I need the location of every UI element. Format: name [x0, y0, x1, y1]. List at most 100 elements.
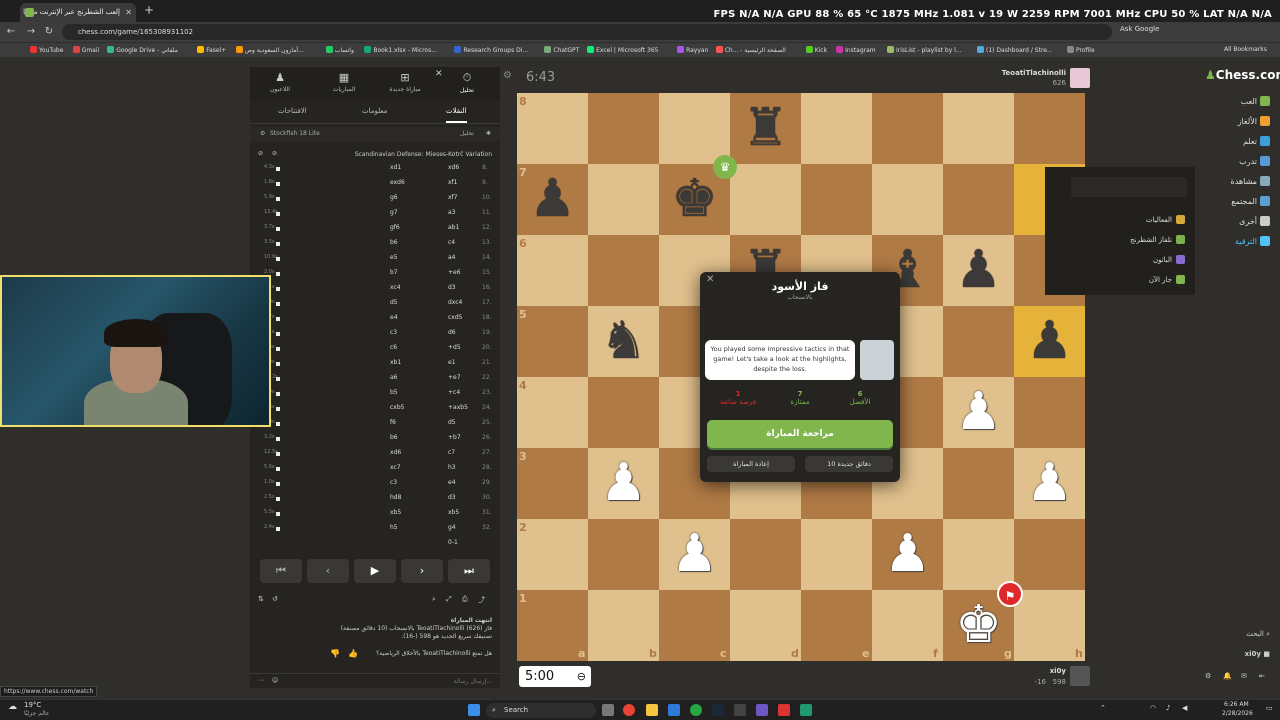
square-g5[interactable]	[943, 306, 1014, 377]
bookmark-item[interactable]: Kick	[805, 46, 827, 54]
nav-item[interactable]: العب	[1241, 96, 1270, 106]
square-h4[interactable]	[1014, 377, 1085, 448]
bookmark-item[interactable]: YouTube	[30, 46, 63, 54]
bookmark-item[interactable]: Ch... - الصفحة الرئيسية	[715, 46, 786, 54]
white-piece-g4[interactable]: ♟	[943, 377, 1014, 448]
square-a6[interactable]	[517, 235, 588, 306]
black-move[interactable]: cxb5	[390, 404, 420, 411]
black-move[interactable]: b5	[390, 389, 420, 396]
nav-item[interactable]: أخرى	[1239, 216, 1270, 226]
white-move[interactable]: dxc4	[448, 299, 478, 306]
reload-icon[interactable]: ↻	[42, 25, 56, 39]
tab-games[interactable]: ▦ المباريات	[322, 71, 366, 93]
screenshot-icon[interactable]: ⎙	[462, 595, 468, 604]
black-move[interactable]: h5	[390, 524, 420, 531]
panel-close-icon[interactable]: ✕	[435, 69, 443, 79]
wifi-icon[interactable]: ◠	[1150, 704, 1156, 712]
black-move[interactable]: b7	[390, 269, 420, 276]
notifications-icon[interactable]: 🔔	[1223, 672, 1232, 680]
collapse-icon[interactable]: ⇤	[1259, 672, 1265, 680]
reset-icon[interactable]: ↺	[272, 595, 278, 603]
forward-icon[interactable]: →	[24, 25, 38, 39]
square-a8[interactable]	[517, 93, 588, 164]
play-button[interactable]: ▶	[354, 559, 396, 583]
subtab-moves[interactable]: النقلات	[446, 107, 467, 123]
black-move[interactable]: gf6	[390, 224, 420, 231]
white-move[interactable]: ab1	[448, 224, 478, 231]
square-a5[interactable]	[517, 306, 588, 377]
prev-move-button[interactable]: ‹	[307, 559, 349, 583]
square-e7[interactable]	[801, 164, 872, 235]
bookmark-item[interactable]: واتساب	[325, 46, 354, 54]
board-settings-icon[interactable]: ⚙	[503, 70, 512, 81]
white-move[interactable]: a4	[448, 254, 478, 261]
black-move[interactable]: a6	[390, 374, 420, 381]
white-move[interactable]: d5	[448, 419, 478, 426]
nav-item[interactable]: تدرب	[1239, 156, 1270, 166]
mic-icon[interactable]: ♪	[1166, 704, 1170, 712]
white-move[interactable]: xf7	[448, 194, 478, 201]
start-icon[interactable]	[468, 704, 480, 716]
square-b6[interactable]	[588, 235, 659, 306]
square-b8[interactable]	[588, 93, 659, 164]
zoom-icon[interactable]: ⌕	[432, 595, 436, 604]
xbox-icon[interactable]	[690, 704, 702, 716]
black-move[interactable]: g6	[390, 194, 420, 201]
thumbs-up-icon[interactable]: 👍	[348, 649, 358, 658]
flyout-item[interactable]: جار الآن	[1149, 275, 1185, 284]
new-10min-button[interactable]: 10 دقائق جديدة	[805, 456, 893, 472]
bookmark-item[interactable]: Rayyan	[677, 46, 708, 54]
rematch-button[interactable]: إعادة المباراة	[707, 456, 795, 472]
white-move[interactable]: cxd5	[448, 314, 478, 321]
bookmark-item[interactable]: (1) Dashboard / Stre...	[977, 46, 1053, 54]
discord-icon[interactable]	[756, 704, 768, 716]
subtab-openings[interactable]: الافتتاحات	[278, 107, 307, 115]
edge-icon[interactable]	[668, 704, 680, 716]
nav-user[interactable]: xi0y ■	[1245, 650, 1270, 658]
tab-close-icon[interactable]: ✕	[125, 3, 132, 22]
black-move[interactable]: xc7	[390, 464, 420, 471]
bookmark-item[interactable]: Book1.xlsx - Micros...	[364, 46, 437, 54]
square-g2[interactable]	[943, 519, 1014, 590]
black-piece-g6[interactable]: ♟	[943, 235, 1014, 306]
black-piece-b5[interactable]: ♞	[588, 306, 659, 377]
nav-item[interactable]: تعلم	[1243, 136, 1270, 146]
white-move[interactable]: e4	[448, 479, 478, 486]
emoji-icon[interactable]: ☺	[272, 677, 278, 684]
engine-gear-icon[interactable]: ⚙	[260, 130, 265, 137]
black-move[interactable]: xb1	[390, 359, 420, 366]
white-move[interactable]: d6	[448, 329, 478, 336]
engine-toggle-icon[interactable]: ✱	[486, 130, 491, 137]
file-explorer-icon[interactable]	[646, 704, 658, 716]
bookmark-item[interactable]: Instagram	[836, 46, 876, 54]
black-move[interactable]: e5	[390, 254, 420, 261]
black-move[interactable]: xb5	[390, 509, 420, 516]
white-move[interactable]: c4	[448, 239, 478, 246]
tab-new-game[interactable]: ⊞ مباراة جديدة	[383, 71, 427, 93]
bookmark-item[interactable]: Profile	[1067, 46, 1095, 54]
white-move[interactable]: d3	[448, 284, 478, 291]
black-move[interactable]: c6	[390, 344, 420, 351]
square-g8[interactable]	[943, 93, 1014, 164]
nav-item[interactable]: الألغاز	[1238, 116, 1270, 126]
black-move[interactable]: xd6	[390, 449, 420, 456]
task-view-icon[interactable]	[602, 704, 614, 716]
square-e8[interactable]	[801, 93, 872, 164]
white-move[interactable]: d3	[448, 494, 478, 501]
white-move[interactable]: xd6	[448, 164, 478, 171]
white-move[interactable]: xb5	[448, 509, 478, 516]
bookmark-item[interactable]: Google Drive - ملفاتي	[107, 46, 178, 54]
last-move-button[interactable]: ⏭	[448, 559, 490, 583]
black-move[interactable]: b6	[390, 239, 420, 246]
white-move[interactable]: h3	[448, 464, 478, 471]
steam-icon[interactable]	[712, 704, 724, 716]
square-f8[interactable]	[872, 93, 943, 164]
obs-icon[interactable]	[778, 704, 790, 716]
nav-search[interactable]: البحث ⌕	[1246, 630, 1270, 639]
nav-item[interactable]: الترقية	[1235, 236, 1270, 246]
more-icon[interactable]: ⋯	[258, 677, 264, 684]
white-piece-h3[interactable]: ♟	[1014, 448, 1085, 519]
first-move-button[interactable]: ⏮	[260, 559, 302, 583]
white-move[interactable]: +d5	[448, 344, 478, 351]
white-move[interactable]: a3	[448, 209, 478, 216]
